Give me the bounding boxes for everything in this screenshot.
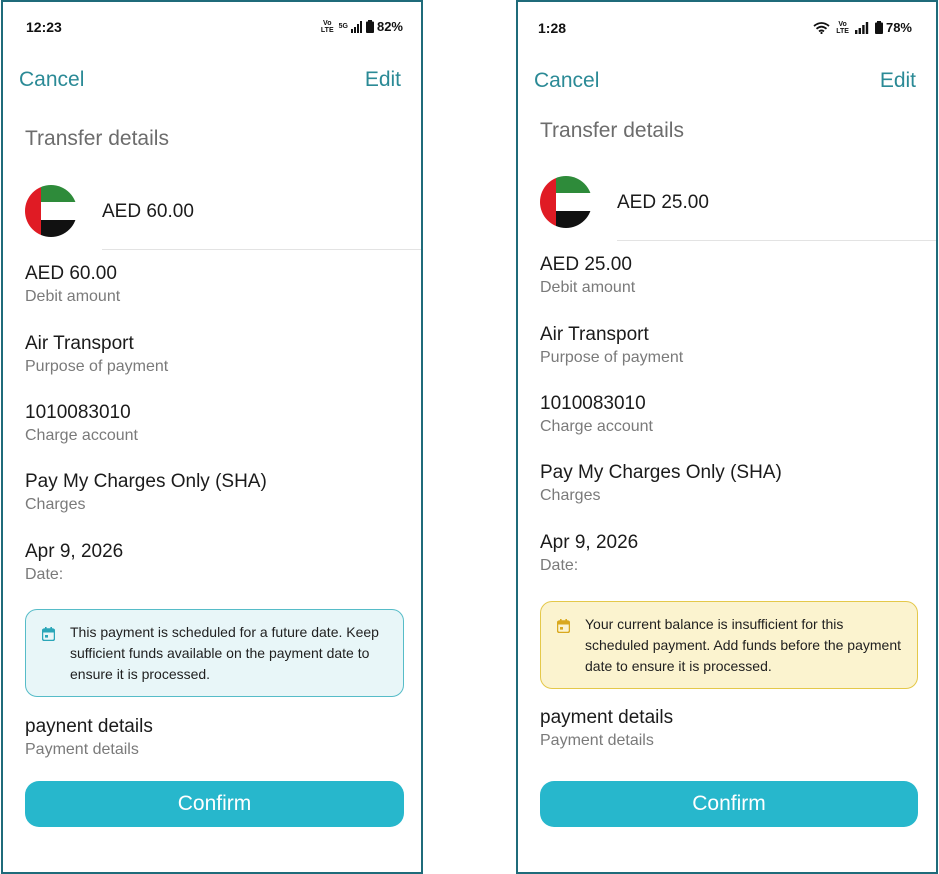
- status-time: 12:23: [26, 19, 62, 35]
- field-label: Charges: [25, 496, 86, 513]
- field-value: AED 60.00: [25, 263, 117, 284]
- phone-screen-left: 12:23 Vo LTE 5G 82% Cancel Edit Transfer …: [1, 0, 423, 874]
- battery-level: 82%: [376, 19, 403, 34]
- field-value: Air Transport: [25, 333, 134, 354]
- calendar-icon: [556, 614, 571, 676]
- phone-screen-right: 1:28 Vo LTE 78% Cancel Edit Transfer deta…: [516, 0, 938, 874]
- status-time: 1:28: [538, 20, 567, 36]
- divider: [102, 249, 421, 250]
- notice-text: Your current balance is insufficient for…: [585, 616, 901, 674]
- battery-icon: [365, 20, 374, 33]
- network-type: 5G: [338, 23, 348, 30]
- confirm-button[interactable]: Confirm: [540, 781, 918, 827]
- volte-icon: Vo LTE: [320, 19, 334, 34]
- field-label: Payment details: [540, 732, 654, 749]
- field-label: Payment details: [25, 741, 139, 758]
- field-label: Date:: [25, 566, 64, 583]
- field-value: 1010083010: [540, 393, 646, 414]
- field-label: Date:: [540, 557, 579, 574]
- field-value: paynent details: [25, 716, 153, 737]
- insufficient-balance-warning: Your current balance is insufficient for…: [540, 601, 918, 689]
- signal-icon: [854, 21, 869, 34]
- confirm-button[interactable]: Confirm: [25, 781, 404, 827]
- edit-button[interactable]: Edit: [880, 69, 916, 93]
- purpose-field: Air Transport Purpose of payment: [25, 333, 168, 376]
- uae-flag-icon: [540, 176, 592, 228]
- field-value: payment details: [540, 707, 674, 728]
- page-title: Transfer details: [25, 127, 169, 150]
- cancel-button[interactable]: Cancel: [19, 68, 84, 92]
- charge-account-field: 1010083010 Charge account: [25, 402, 138, 445]
- field-value: AED 25.00: [540, 254, 632, 275]
- cancel-button[interactable]: Cancel: [534, 69, 599, 93]
- field-label: Purpose of payment: [25, 358, 169, 375]
- battery-level: 78%: [885, 20, 912, 35]
- charges-field: Pay My Charges Only (SHA) Charges: [540, 462, 782, 505]
- field-value: 1010083010: [25, 402, 131, 423]
- wifi-icon: [813, 21, 830, 34]
- payment-details-field: payment details Payment details: [540, 707, 673, 750]
- volte-icon: Vo LTE: [836, 20, 849, 35]
- debit-amount-field: AED 60.00 Debit amount: [25, 263, 120, 306]
- field-label: Debit amount: [540, 279, 636, 296]
- purpose-field: Air Transport Purpose of payment: [540, 324, 683, 367]
- battery-icon: [874, 21, 883, 34]
- transfer-amount-header: AED 60.00: [102, 201, 194, 222]
- field-label: Debit amount: [25, 288, 121, 305]
- charges-field: Pay My Charges Only (SHA) Charges: [25, 471, 267, 514]
- field-label: Charge account: [540, 418, 653, 435]
- signal-icon: [350, 20, 362, 33]
- field-value: Apr 9, 2026: [25, 541, 124, 562]
- status-bar-icons: Vo LTE 5G 82%: [321, 19, 403, 34]
- scheduled-payment-notice: This payment is scheduled for a future d…: [25, 609, 404, 697]
- field-value: Air Transport: [540, 324, 649, 345]
- field-label: Charge account: [25, 427, 138, 444]
- notice-text: This payment is scheduled for a future d…: [70, 624, 379, 682]
- field-value: Pay My Charges Only (SHA): [540, 462, 782, 483]
- uae-flag-icon: [25, 185, 77, 237]
- field-value: Pay My Charges Only (SHA): [25, 471, 267, 492]
- date-field: Apr 9, 2026 Date:: [25, 541, 123, 584]
- edit-button[interactable]: Edit: [365, 68, 401, 92]
- calendar-icon: [41, 622, 56, 684]
- field-label: Charges: [540, 487, 601, 504]
- field-value: Apr 9, 2026: [540, 532, 639, 553]
- divider: [617, 240, 936, 241]
- status-bar-icons: Vo LTE 78%: [813, 20, 912, 35]
- page-title: Transfer details: [540, 119, 684, 142]
- debit-amount-field: AED 25.00 Debit amount: [540, 254, 635, 297]
- transfer-amount-header: AED 25.00: [617, 192, 709, 213]
- field-label: Purpose of payment: [540, 349, 684, 366]
- payment-details-field: paynent details Payment details: [25, 716, 153, 759]
- charge-account-field: 1010083010 Charge account: [540, 393, 653, 436]
- date-field: Apr 9, 2026 Date:: [540, 532, 638, 575]
